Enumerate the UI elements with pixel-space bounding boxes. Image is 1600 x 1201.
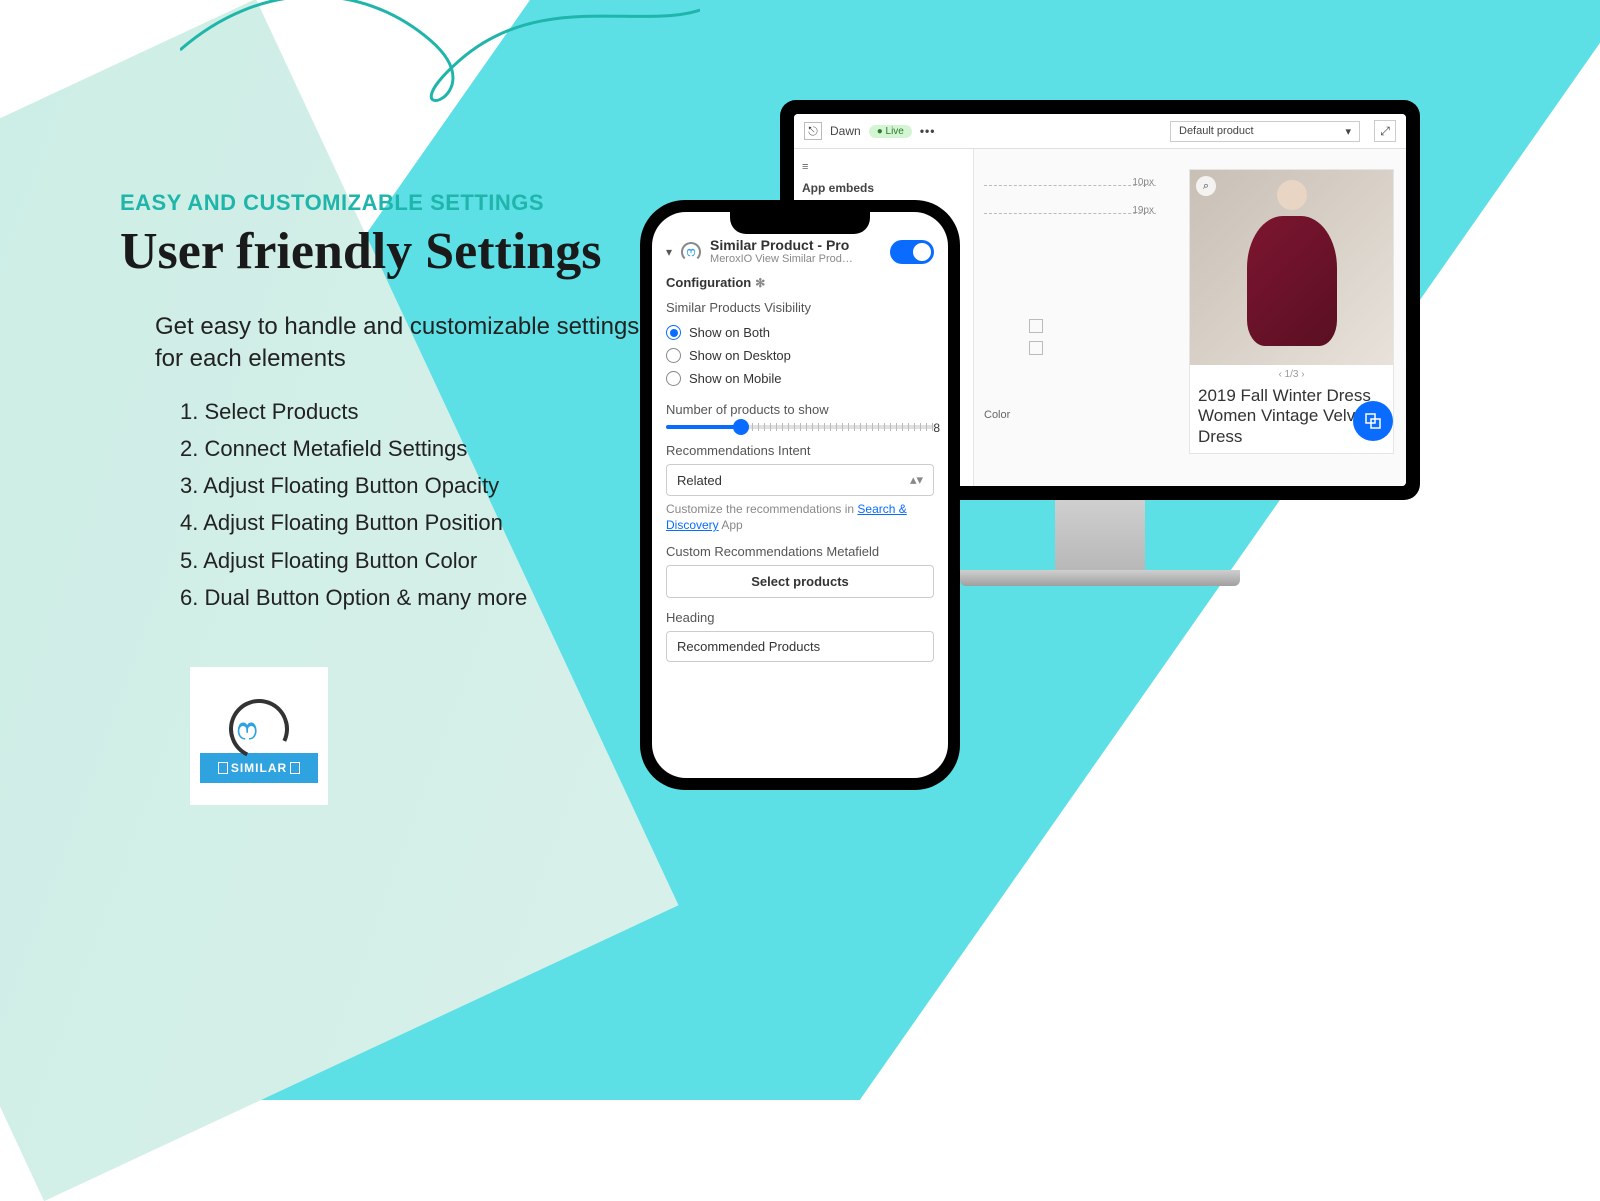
more-menu[interactable]: •••	[920, 124, 936, 138]
eyebrow: EASY AND CUSTOMIZABLE SETTINGS	[120, 190, 640, 216]
app-title: Similar Product - Pro	[710, 238, 882, 253]
radio-show-desktop[interactable]: Show on Desktop	[666, 344, 934, 367]
app-enable-toggle[interactable]	[890, 240, 934, 264]
heading-label: Heading	[666, 610, 934, 625]
product-image: ⌕	[1190, 170, 1393, 365]
color-label: Color	[984, 409, 1010, 421]
lead-text: Get easy to handle and customizable sett…	[155, 311, 640, 376]
theme-name: Dawn	[830, 124, 861, 138]
num-products-label: Number of products to show	[666, 402, 934, 417]
app-header: ▾ ෆ Similar Product - Pro MeroxIO View S…	[666, 238, 934, 265]
feature-list: 1. Select Products 2. Connect Metafield …	[180, 394, 640, 615]
mobile-mockup: ▾ ෆ Similar Product - Pro MeroxIO View S…	[640, 200, 960, 790]
headline: User friendly Settings	[120, 222, 640, 281]
feature-item: 1. Select Products	[180, 394, 640, 429]
live-badge: ● Live	[869, 125, 912, 138]
num-products-slider[interactable]: 8	[666, 425, 934, 429]
radio-show-both[interactable]: Show on Both	[666, 321, 934, 344]
app-embeds-heading: App embeds	[802, 177, 965, 199]
feature-item: 5. Adjust Floating Button Color	[180, 543, 640, 578]
viewport-icon[interactable]: ⤢	[1374, 120, 1396, 142]
visibility-label: Similar Products Visibility	[666, 300, 934, 315]
zoom-icon[interactable]: ⌕	[1196, 176, 1216, 196]
radio-show-mobile[interactable]: Show on Mobile	[666, 367, 934, 390]
brand-logo-badge: ෆ SIMILAR	[190, 667, 328, 805]
app-icon: ෆ	[680, 241, 702, 263]
intent-hint: Customize the recommendations in Search …	[666, 502, 934, 533]
brand-name: SIMILAR	[231, 761, 287, 775]
product-card: ⌕ ‹ 1/3 › 2019 Fall Winter Dress Women V…	[1189, 169, 1394, 454]
image-pager[interactable]: ‹ 1/3 ›	[1190, 365, 1393, 384]
feature-item: 4. Adjust Floating Button Position	[180, 505, 640, 540]
editor-canvas: 10px 19px Color ⌕ ‹ 1/3 › 2019 Fall Wint…	[974, 149, 1406, 486]
chevron-down-icon[interactable]: ▾	[666, 245, 672, 259]
intent-select[interactable]: Related▴▾	[666, 464, 934, 496]
intent-label: Recommendations Intent	[666, 443, 934, 458]
editor-topbar: ⎋ Dawn ● Live ••• Default product▾ ⤢	[794, 114, 1406, 149]
marketing-copy: EASY AND CUSTOMIZABLE SETTINGS User frie…	[120, 190, 640, 617]
app-subtitle: MeroxIO View Similar Prod…	[710, 253, 882, 265]
metafield-label: Custom Recommendations Metafield	[666, 544, 934, 559]
template-select[interactable]: Default product▾	[1170, 121, 1360, 142]
decorative-squiggle	[180, 0, 700, 130]
gear-icon: ✻	[755, 276, 765, 290]
slider-value: 8	[933, 421, 940, 435]
exit-icon[interactable]: ⎋	[804, 122, 822, 140]
configuration-heading: Configuration	[666, 275, 751, 290]
feature-item: 3. Adjust Floating Button Opacity	[180, 468, 640, 503]
feature-item: 6. Dual Button Option & many more	[180, 580, 640, 615]
select-products-button[interactable]: Select products	[666, 565, 934, 598]
heading-input[interactable]: Recommended Products	[666, 631, 934, 662]
floating-similar-button[interactable]	[1353, 401, 1393, 441]
feature-item: 2. Connect Metafield Settings	[180, 431, 640, 466]
